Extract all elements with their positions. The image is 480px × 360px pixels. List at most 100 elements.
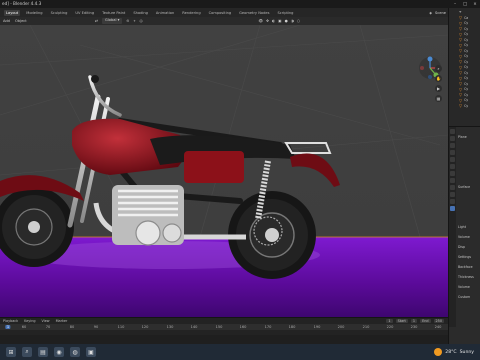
thickness-option[interactable]: Thickness: [458, 275, 474, 279]
modifier-tab-icon[interactable]: [450, 178, 455, 183]
mesh-icon: ▽: [459, 48, 463, 54]
view-layer-tab-icon[interactable]: [450, 150, 455, 155]
menu-object[interactable]: Object: [15, 19, 27, 23]
scene-tab-icon[interactable]: [450, 157, 455, 162]
overlay-icon[interactable]: ◐: [272, 19, 275, 23]
shading-rendered-icon[interactable]: ○: [297, 19, 300, 23]
orientation-label: Global: [105, 18, 117, 23]
camera-view-icon[interactable]: ▶: [435, 85, 442, 92]
maximize-icon[interactable]: □: [460, 0, 470, 8]
shading-material-icon[interactable]: ◑: [291, 19, 294, 23]
close-icon[interactable]: ×: [470, 0, 480, 8]
xray-icon[interactable]: ▣: [278, 19, 281, 23]
mesh-icon: ▽: [459, 86, 463, 92]
material-tab-icon[interactable]: [450, 206, 455, 211]
tab-animation[interactable]: Animation: [154, 10, 176, 16]
zoom-icon[interactable]: ⌕: [435, 65, 442, 72]
pan-hand-icon[interactable]: ✋: [435, 75, 442, 82]
tab-texture-paint[interactable]: Texture Paint: [100, 10, 127, 16]
tool-tab-icon[interactable]: [450, 129, 455, 134]
axis-gizmo-icon[interactable]: [416, 56, 446, 90]
temperature: 28°C: [445, 349, 457, 355]
material-name[interactable]: Plane: [458, 135, 467, 139]
ruler-tick: 140: [190, 324, 198, 329]
ruler-tick: 190: [313, 324, 321, 329]
timeline-ruler[interactable]: 1 60 70 80 90 110 120 130 140 150 160 17…: [0, 324, 448, 330]
mesh-icon: ▽: [459, 92, 463, 98]
end-frame-field[interactable]: 250: [433, 319, 444, 323]
search-icon[interactable]: ⌕: [22, 347, 32, 357]
mesh-icon: ▽: [459, 59, 463, 65]
navigation-gizmo[interactable]: [416, 56, 446, 90]
pivot-point-icon[interactable]: ⊙: [126, 19, 129, 23]
weather-condition: Sunny: [459, 349, 474, 355]
ruler-tick: 220: [386, 324, 394, 329]
mesh-icon: ▽: [459, 64, 463, 70]
timeline-keying-menu[interactable]: Keying: [24, 319, 35, 323]
weather-widget[interactable]: 28°C Sunny: [434, 344, 474, 360]
gizmo-icon[interactable]: ✥: [266, 19, 269, 23]
blender-icon[interactable]: ◍: [70, 347, 80, 357]
transform-pivot-icon[interactable]: ⇄: [95, 19, 98, 23]
window-controls: – □ ×: [450, 0, 480, 8]
timeline-view-menu[interactable]: View: [42, 319, 50, 323]
light-section[interactable]: Light: [458, 225, 466, 229]
scene-selector[interactable]: ◈ Scene: [429, 11, 446, 15]
tab-uv-editing[interactable]: UV Editing: [73, 10, 96, 16]
constraints-tab-icon[interactable]: [450, 192, 455, 197]
ruler-tick: 80: [69, 324, 75, 329]
backface-option[interactable]: Backface: [458, 265, 473, 269]
outliner-filter-icon[interactable]: ⏷: [459, 10, 462, 14]
world-tab-icon[interactable]: [450, 164, 455, 169]
taskbar-apps: ⊞ ⌕ ▤ ◉ ◍ ▣: [0, 344, 96, 360]
tab-modeling[interactable]: Modeling: [24, 10, 44, 16]
properties-panel[interactable]: Plane Surface Light Volume Disp Settings…: [448, 126, 480, 344]
render-tab-icon[interactable]: [450, 136, 455, 141]
file-explorer-icon[interactable]: ▤: [38, 347, 48, 357]
physics-tab-icon[interactable]: [450, 185, 455, 190]
tab-scripting[interactable]: Scripting: [275, 10, 295, 16]
tab-compositing[interactable]: Compositing: [207, 10, 234, 16]
start-icon[interactable]: ⊞: [6, 347, 16, 357]
mesh-icon: ▽: [459, 15, 463, 21]
tab-rendering[interactable]: Rendering: [180, 10, 202, 16]
tab-geometry-nodes[interactable]: Geometry Nodes: [237, 10, 271, 16]
snap-icon[interactable]: ⌖: [133, 19, 135, 23]
mesh-icon: ▽: [459, 97, 463, 103]
timeline-playback-menu[interactable]: Playback: [3, 319, 18, 323]
custom-properties-section[interactable]: Custom: [458, 295, 470, 299]
browser-icon[interactable]: ◉: [54, 347, 64, 357]
start-frame-field[interactable]: 1: [410, 319, 418, 323]
visibility-icon[interactable]: 👁: [258, 19, 263, 23]
timeline-marker-menu[interactable]: Marker: [56, 319, 68, 323]
side-panel: [184, 151, 244, 183]
outliner-row[interactable]: ▽ Cy: [449, 103, 480, 109]
viewport-header-right: 👁 ✥ ◐ ▣ ● ◑ ○: [258, 19, 300, 23]
minimize-icon[interactable]: –: [450, 0, 460, 8]
tab-shading[interactable]: Shading: [131, 10, 150, 16]
tab-sculpting[interactable]: Sculpting: [49, 10, 70, 16]
outliner-panel[interactable]: ⏷ ▽ Ca ▽ Cy ▽ Cy ▽ Cy ▽ Cy ▽ Cy ▽ Cy ▽ Cy ▽ Cy ▽ C…: [448, 8, 480, 126]
shading-solid-icon[interactable]: ●: [285, 19, 288, 23]
tab-layout[interactable]: Layout: [4, 9, 21, 16]
current-frame-marker[interactable]: 1: [5, 324, 11, 329]
volume-option[interactable]: Volume: [458, 285, 470, 289]
output-tab-icon[interactable]: [450, 143, 455, 148]
proportional-edit-icon[interactable]: ◎: [139, 19, 142, 23]
current-frame-field[interactable]: 1: [386, 319, 393, 323]
displacement-section[interactable]: Disp: [458, 245, 465, 249]
orientation-dropdown[interactable]: Global ▾: [102, 18, 123, 24]
mesh-icon: ▽: [459, 103, 463, 109]
ruler-tick: 160: [239, 324, 247, 329]
grid-view-icon[interactable]: ▦: [435, 95, 442, 102]
surface-section[interactable]: Surface: [458, 185, 470, 189]
volume-section[interactable]: Volume: [458, 235, 470, 239]
settings-section[interactable]: Settings: [458, 255, 471, 259]
3d-viewport[interactable]: ⌕ ✋ ▶ ▦: [0, 25, 448, 317]
data-tab-icon[interactable]: [450, 199, 455, 204]
menu-add[interactable]: Add: [3, 19, 10, 23]
os-taskbar: ⊞ ⌕ ▤ ◉ ◍ ▣ 28°C Sunny: [0, 344, 480, 360]
app-icon[interactable]: ▣: [86, 347, 96, 357]
object-tab-icon[interactable]: [450, 171, 455, 176]
ruler-tick: 210: [362, 324, 370, 329]
